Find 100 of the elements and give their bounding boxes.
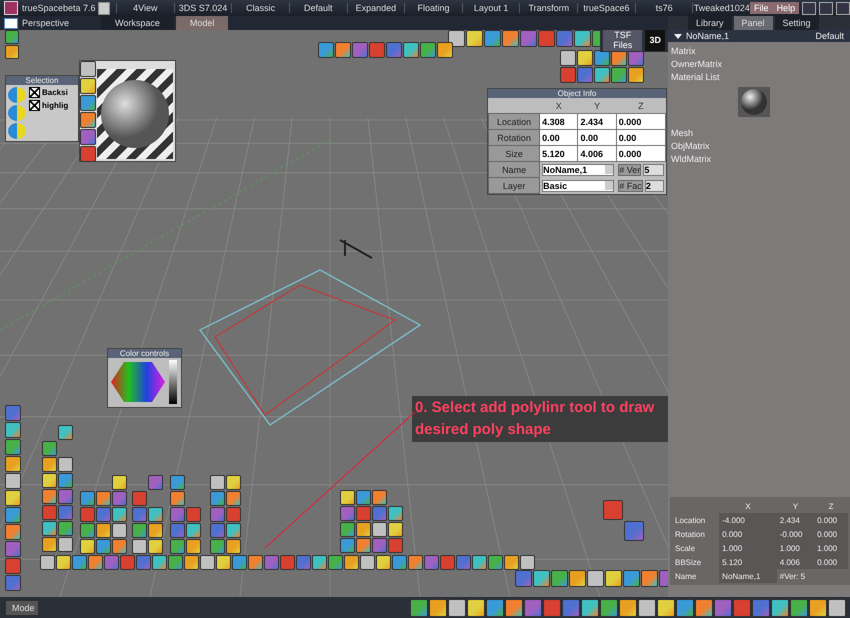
tool-icon[interactable] bbox=[80, 539, 95, 554]
tool-icon[interactable] bbox=[5, 507, 21, 523]
tool-icon[interactable] bbox=[551, 570, 568, 587]
tool-icon[interactable] bbox=[226, 539, 241, 554]
dropdown-button[interactable] bbox=[98, 2, 110, 14]
tool-icon[interactable] bbox=[210, 491, 225, 506]
layout-tab[interactable]: Floating bbox=[404, 3, 462, 13]
layout-tab[interactable]: 3DS S7.024 bbox=[174, 3, 232, 13]
tool-icon[interactable] bbox=[790, 598, 808, 616]
tool-icon[interactable] bbox=[210, 539, 225, 554]
layout-tab[interactable]: Default bbox=[288, 3, 347, 13]
value-field[interactable]: 0.000 bbox=[616, 114, 666, 130]
value-field[interactable]: 2.434 bbox=[776, 513, 814, 527]
tool-icon[interactable] bbox=[5, 422, 21, 438]
tool-icon[interactable] bbox=[472, 555, 487, 570]
tool-icon[interactable] bbox=[408, 555, 423, 570]
tool-icon[interactable] bbox=[58, 473, 73, 488]
tool-icon[interactable] bbox=[340, 538, 355, 553]
tool-icon[interactable] bbox=[581, 598, 599, 616]
tool-icon[interactable] bbox=[695, 598, 713, 616]
tool-icon[interactable] bbox=[577, 50, 593, 66]
tool-icon[interactable] bbox=[466, 30, 483, 47]
layout-tab[interactable]: Layout 1 bbox=[462, 3, 520, 13]
layout-tab[interactable]: ts76 bbox=[634, 3, 692, 13]
tool-icon[interactable] bbox=[372, 490, 387, 505]
tool-icon[interactable] bbox=[429, 598, 447, 616]
tool-icon[interactable] bbox=[232, 555, 247, 570]
tool-icon[interactable] bbox=[356, 538, 371, 553]
tool-icon[interactable] bbox=[96, 523, 111, 538]
tool-icon[interactable] bbox=[72, 555, 87, 570]
tool-icon[interactable] bbox=[488, 555, 503, 570]
value-field[interactable]: 0.000 bbox=[719, 527, 777, 541]
tool-icon[interactable] bbox=[356, 490, 371, 505]
value-field[interactable]: 0.000 bbox=[616, 146, 666, 162]
tool-icon[interactable] bbox=[340, 490, 355, 505]
checkbox[interactable] bbox=[29, 87, 40, 98]
tool-icon[interactable] bbox=[42, 537, 57, 552]
tool-icon[interactable] bbox=[80, 523, 95, 538]
tool-icon[interactable] bbox=[226, 523, 241, 538]
tool-icon[interactable] bbox=[340, 522, 355, 537]
tool-icon[interactable] bbox=[360, 555, 375, 570]
value-field[interactable]: 1.000 bbox=[814, 541, 848, 555]
tool-icon[interactable] bbox=[42, 441, 57, 456]
tool-icon[interactable] bbox=[828, 598, 846, 616]
tool-icon[interactable] bbox=[226, 491, 241, 506]
tool-icon[interactable] bbox=[388, 506, 403, 521]
tool-icon[interactable] bbox=[42, 489, 57, 504]
value-field[interactable]: NoName,1 bbox=[719, 569, 777, 583]
viewport[interactable] bbox=[0, 30, 668, 597]
tool-icon[interactable] bbox=[594, 50, 610, 66]
tool-icon[interactable] bbox=[437, 42, 453, 58]
tool-icon[interactable] bbox=[600, 598, 618, 616]
tool-icon[interactable] bbox=[569, 570, 586, 587]
tool-icon[interactable] bbox=[587, 570, 604, 587]
tool-icon[interactable] bbox=[605, 570, 622, 587]
layout-tab[interactable]: Expanded bbox=[346, 3, 404, 13]
tool-icon[interactable] bbox=[42, 457, 57, 472]
attribute-item[interactable]: Matrix bbox=[671, 46, 847, 56]
value-field[interactable]: 4.308 bbox=[540, 114, 578, 130]
name-dropdown[interactable]: NoName,1 bbox=[542, 164, 614, 176]
tool-icon[interactable] bbox=[344, 555, 359, 570]
tool-icon[interactable] bbox=[376, 555, 391, 570]
layout-tab[interactable]: Classic bbox=[231, 3, 289, 13]
layer-dropdown[interactable]: Basic bbox=[542, 180, 614, 192]
panel-tab[interactable]: Library bbox=[688, 16, 732, 30]
maximize-button[interactable] bbox=[819, 2, 834, 14]
tool-icon[interactable] bbox=[42, 521, 57, 536]
tool-icon[interactable] bbox=[392, 555, 407, 570]
value-field[interactable]: -4.000 bbox=[719, 513, 777, 527]
tool-icon[interactable] bbox=[186, 523, 201, 538]
panel-tab[interactable]: Setting bbox=[774, 16, 819, 30]
tool-icon[interactable] bbox=[533, 570, 550, 587]
tool-icon[interactable] bbox=[56, 555, 71, 570]
attribute-item[interactable]: ObjMatrix bbox=[671, 141, 847, 151]
tool-icon[interactable] bbox=[186, 539, 201, 554]
view-tab[interactable]: Model bbox=[176, 16, 228, 30]
attribute-item[interactable]: Material List bbox=[671, 72, 847, 82]
tool-icon[interactable] bbox=[594, 67, 610, 83]
tool-icon[interactable] bbox=[5, 439, 21, 455]
value-field[interactable]: 4.006 bbox=[578, 146, 616, 162]
tool-icon[interactable] bbox=[560, 50, 576, 66]
tool-icon[interactable] bbox=[5, 45, 19, 59]
tool-icon[interactable] bbox=[112, 507, 127, 522]
tool-icon[interactable] bbox=[448, 598, 466, 616]
value-field[interactable]: 5.120 bbox=[540, 146, 578, 162]
tool-icon[interactable] bbox=[170, 491, 185, 506]
view-tab[interactable]: Workspace bbox=[101, 16, 174, 30]
value-field[interactable]: 4.006 bbox=[776, 555, 814, 569]
attribute-item[interactable]: WldMatrix bbox=[671, 154, 847, 164]
tool-icon[interactable] bbox=[42, 473, 57, 488]
tool-icon[interactable] bbox=[80, 95, 96, 111]
tool-icon[interactable] bbox=[148, 539, 163, 554]
checkbox[interactable] bbox=[29, 100, 40, 111]
tool-icon[interactable] bbox=[152, 555, 167, 570]
tool-icon[interactable] bbox=[170, 475, 185, 490]
attribute-item[interactable]: OwnerMatrix bbox=[671, 59, 847, 69]
tool-icon[interactable] bbox=[170, 539, 185, 554]
panel-tab[interactable]: Panel bbox=[734, 16, 773, 30]
tool-icon[interactable] bbox=[520, 555, 535, 570]
minimize-button[interactable] bbox=[802, 2, 816, 14]
